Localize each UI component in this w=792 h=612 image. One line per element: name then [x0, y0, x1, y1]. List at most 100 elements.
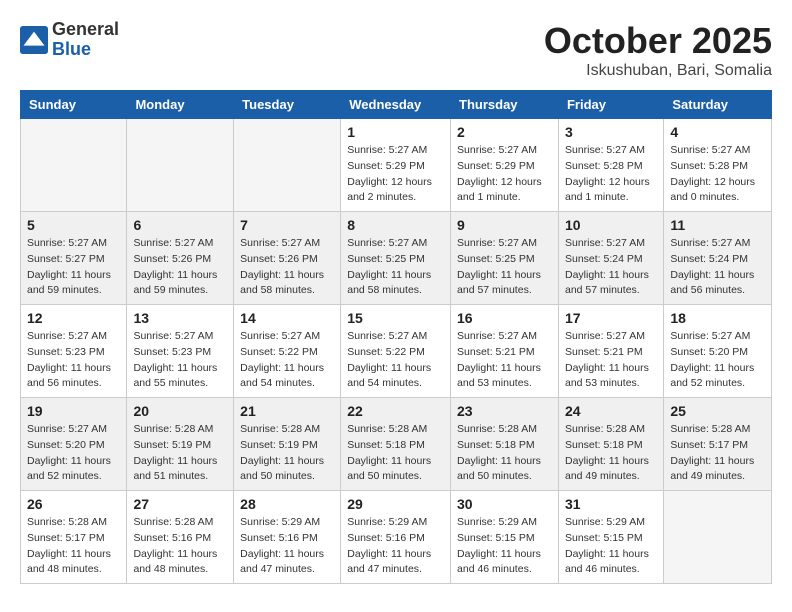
- weekday-header-wednesday: Wednesday: [341, 91, 451, 119]
- month-title: October 2025: [544, 20, 772, 62]
- day-info: Sunrise: 5:28 AMSunset: 5:18 PMDaylight:…: [565, 422, 657, 485]
- calendar-cell: 19Sunrise: 5:27 AMSunset: 5:20 PMDayligh…: [21, 398, 127, 491]
- calendar-week-row: 12 Sunrise: 5:27 AMSunset: 5:23 PMDayligh…: [21, 305, 772, 398]
- day-info: Sunrise: 5:27 AMSunset: 5:21 PMDaylight:…: [457, 329, 552, 392]
- calendar-cell: 15 Sunrise: 5:27 AMSunset: 5:22 PMDayligh…: [341, 305, 451, 398]
- calendar-cell: 1 Sunrise: 5:27 AMSunset: 5:29 PMDaylight…: [341, 119, 451, 212]
- calendar-week-row: 26 Sunrise: 5:28 AMSunset: 5:17 PMDayligh…: [21, 491, 772, 584]
- calendar-cell: 2Sunrise: 5:27 AMSunset: 5:29 PMDaylight…: [451, 119, 559, 212]
- calendar-week-row: 5 Sunrise: 5:27 AMSunset: 5:27 PMDaylight…: [21, 212, 772, 305]
- calendar-cell: 17 Sunrise: 5:27 AMSunset: 5:21 PMDayligh…: [558, 305, 663, 398]
- day-number: 29: [347, 496, 444, 512]
- calendar-cell: 13Sunrise: 5:27 AMSunset: 5:23 PMDayligh…: [127, 305, 234, 398]
- day-info: Sunrise: 5:27 AMSunset: 5:23 PMDaylight:…: [27, 329, 120, 392]
- weekday-header-tuesday: Tuesday: [234, 91, 341, 119]
- day-info: Sunrise: 5:27 AMSunset: 5:22 PMDaylight:…: [347, 329, 444, 392]
- day-number: 15: [347, 310, 444, 326]
- calendar-cell: 30 Sunrise: 5:29 AMSunset: 5:15 PMDayligh…: [451, 491, 559, 584]
- day-info: Sunrise: 5:28 AMSunset: 5:18 PMDaylight:…: [347, 422, 444, 485]
- day-number: 16: [457, 310, 552, 326]
- day-info: Sunrise: 5:27 AMSunset: 5:24 PMDaylight:…: [565, 236, 657, 299]
- calendar-cell: 27Sunrise: 5:28 AMSunset: 5:16 PMDayligh…: [127, 491, 234, 584]
- day-number: 8: [347, 217, 444, 233]
- calendar-cell: 29 Sunrise: 5:29 AMSunset: 5:16 PMDayligh…: [341, 491, 451, 584]
- day-info: Sunrise: 5:27 AMSunset: 5:27 PMDaylight:…: [27, 236, 120, 299]
- location: Iskushuban, Bari, Somalia: [544, 62, 772, 80]
- logo: General Blue: [20, 20, 119, 60]
- day-info: Sunrise: 5:27 AMSunset: 5:24 PMDaylight:…: [670, 236, 765, 299]
- day-number: 22: [347, 403, 444, 419]
- day-info: Sunrise: 5:29 AMSunset: 5:15 PMDaylight:…: [457, 515, 552, 578]
- calendar-cell: 9Sunrise: 5:27 AMSunset: 5:25 PMDaylight…: [451, 212, 559, 305]
- day-number: 12: [27, 310, 120, 326]
- calendar-cell: 8Sunrise: 5:27 AMSunset: 5:25 PMDaylight…: [341, 212, 451, 305]
- day-info: Sunrise: 5:27 AMSunset: 5:28 PMDaylight:…: [565, 143, 657, 206]
- calendar-cell: 22 Sunrise: 5:28 AMSunset: 5:18 PMDayligh…: [341, 398, 451, 491]
- day-number: 7: [240, 217, 334, 233]
- calendar-cell: 16 Sunrise: 5:27 AMSunset: 5:21 PMDayligh…: [451, 305, 559, 398]
- day-number: 17: [565, 310, 657, 326]
- calendar-cell: 7 Sunrise: 5:27 AMSunset: 5:26 PMDaylight…: [234, 212, 341, 305]
- day-info: Sunrise: 5:27 AMSunset: 5:20 PMDaylight:…: [670, 329, 765, 392]
- day-info: Sunrise: 5:28 AMSunset: 5:17 PMDaylight:…: [27, 515, 120, 578]
- day-number: 11: [670, 217, 765, 233]
- day-number: 26: [27, 496, 120, 512]
- day-number: 25: [670, 403, 765, 419]
- calendar-cell: 21 Sunrise: 5:28 AMSunset: 5:19 PMDayligh…: [234, 398, 341, 491]
- day-number: 21: [240, 403, 334, 419]
- weekday-header-sunday: Sunday: [21, 91, 127, 119]
- weekday-header-row: SundayMondayTuesdayWednesdayThursdayFrid…: [21, 91, 772, 119]
- day-info: Sunrise: 5:29 AMSunset: 5:15 PMDaylight:…: [565, 515, 657, 578]
- day-number: 30: [457, 496, 552, 512]
- calendar-cell: 28Sunrise: 5:29 AMSunset: 5:16 PMDayligh…: [234, 491, 341, 584]
- calendar-cell: 12 Sunrise: 5:27 AMSunset: 5:23 PMDayligh…: [21, 305, 127, 398]
- day-number: 18: [670, 310, 765, 326]
- day-info: Sunrise: 5:28 AMSunset: 5:18 PMDaylight:…: [457, 422, 552, 485]
- day-number: 6: [133, 217, 227, 233]
- day-number: 14: [240, 310, 334, 326]
- day-info: Sunrise: 5:27 AMSunset: 5:26 PMDaylight:…: [133, 236, 227, 299]
- title-block: October 2025 Iskushuban, Bari, Somalia: [544, 20, 772, 80]
- day-info: Sunrise: 5:27 AMSunset: 5:22 PMDaylight:…: [240, 329, 334, 392]
- calendar-cell: 6 Sunrise: 5:27 AMSunset: 5:26 PMDaylight…: [127, 212, 234, 305]
- day-number: 4: [670, 124, 765, 140]
- day-number: 3: [565, 124, 657, 140]
- calendar-cell: 14 Sunrise: 5:27 AMSunset: 5:22 PMDayligh…: [234, 305, 341, 398]
- day-info: Sunrise: 5:27 AMSunset: 5:25 PMDaylight:…: [457, 236, 552, 299]
- day-info: Sunrise: 5:27 AMSunset: 5:26 PMDaylight:…: [240, 236, 334, 299]
- calendar-cell: 23 Sunrise: 5:28 AMSunset: 5:18 PMDayligh…: [451, 398, 559, 491]
- calendar-cell: 18 Sunrise: 5:27 AMSunset: 5:20 PMDayligh…: [664, 305, 772, 398]
- logo-general: General: [52, 20, 119, 40]
- day-number: 23: [457, 403, 552, 419]
- calendar-cell: [127, 119, 234, 212]
- calendar-cell: 26 Sunrise: 5:28 AMSunset: 5:17 PMDayligh…: [21, 491, 127, 584]
- day-info: Sunrise: 5:28 AMSunset: 5:19 PMDaylight:…: [133, 422, 227, 485]
- day-info: Sunrise: 5:27 AMSunset: 5:29 PMDaylight:…: [347, 143, 444, 206]
- logo-icon: [20, 26, 48, 54]
- day-info: Sunrise: 5:28 AMSunset: 5:16 PMDaylight:…: [133, 515, 227, 578]
- calendar-week-row: 1 Sunrise: 5:27 AMSunset: 5:29 PMDaylight…: [21, 119, 772, 212]
- day-number: 19: [27, 403, 120, 419]
- day-number: 1: [347, 124, 444, 140]
- day-number: 5: [27, 217, 120, 233]
- day-info: Sunrise: 5:27 AMSunset: 5:21 PMDaylight:…: [565, 329, 657, 392]
- day-info: Sunrise: 5:28 AMSunset: 5:19 PMDaylight:…: [240, 422, 334, 485]
- day-info: Sunrise: 5:29 AMSunset: 5:16 PMDaylight:…: [240, 515, 334, 578]
- day-number: 13: [133, 310, 227, 326]
- calendar-cell: 20Sunrise: 5:28 AMSunset: 5:19 PMDayligh…: [127, 398, 234, 491]
- calendar-cell: [21, 119, 127, 212]
- calendar-cell: 3 Sunrise: 5:27 AMSunset: 5:28 PMDaylight…: [558, 119, 663, 212]
- day-info: Sunrise: 5:29 AMSunset: 5:16 PMDaylight:…: [347, 515, 444, 578]
- day-number: 31: [565, 496, 657, 512]
- calendar-table: SundayMondayTuesdayWednesdayThursdayFrid…: [20, 90, 772, 584]
- calendar-cell: 10 Sunrise: 5:27 AMSunset: 5:24 PMDayligh…: [558, 212, 663, 305]
- day-number: 10: [565, 217, 657, 233]
- day-info: Sunrise: 5:28 AMSunset: 5:17 PMDaylight:…: [670, 422, 765, 485]
- calendar-cell: [234, 119, 341, 212]
- calendar-cell: 24 Sunrise: 5:28 AMSunset: 5:18 PMDayligh…: [558, 398, 663, 491]
- weekday-header-friday: Friday: [558, 91, 663, 119]
- calendar-cell: 4Sunrise: 5:27 AMSunset: 5:28 PMDaylight…: [664, 119, 772, 212]
- day-number: 24: [565, 403, 657, 419]
- weekday-header-thursday: Thursday: [451, 91, 559, 119]
- calendar-cell: 31 Sunrise: 5:29 AMSunset: 5:15 PMDayligh…: [558, 491, 663, 584]
